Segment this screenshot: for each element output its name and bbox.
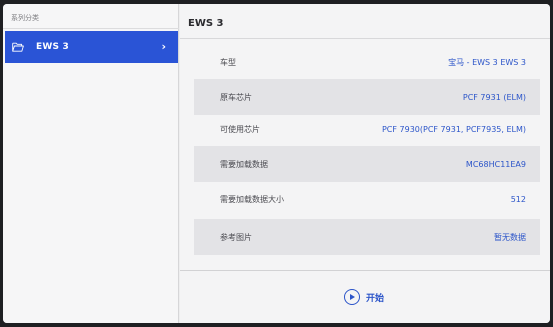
footer-divider xyxy=(180,270,550,271)
sidebar-item-label: EWS 3 xyxy=(36,42,69,52)
row-original-chip: 原车芯片 PCF 7931 (ELM) xyxy=(194,79,540,115)
row-load-data-size: 需要加载数据大小 512 xyxy=(194,181,540,217)
row-usable-chip: 可使用芯片 PCF 7930(PCF 7931, PCF7935, ELM) xyxy=(194,111,540,147)
reference-image-link[interactable]: 暂无数据 xyxy=(494,232,526,243)
row-car-model: 车型 宝马 - EWS 3 EWS 3 xyxy=(194,44,540,80)
page-title: EWS 3 xyxy=(188,18,224,29)
row-value: 512 xyxy=(510,194,526,204)
sidebar-divider xyxy=(3,28,179,29)
row-key: 车型 xyxy=(220,57,236,67)
folder-open-icon xyxy=(12,41,24,53)
start-button[interactable]: 开始 xyxy=(344,286,384,308)
row-reference-image: 参考图片 暂无数据 xyxy=(194,219,540,255)
row-value: MC68HC11EA9 xyxy=(465,159,526,169)
chevron-right-icon: › xyxy=(161,40,166,53)
row-key: 参考图片 xyxy=(220,232,252,242)
sidebar-item-ews3[interactable]: EWS 3 › xyxy=(5,31,178,63)
row-key: 需要加载数据 xyxy=(220,159,268,169)
row-load-data: 需要加载数据 MC68HC11EA9 xyxy=(194,146,540,182)
title-divider xyxy=(180,38,550,39)
row-key: 需要加载数据大小 xyxy=(220,194,284,204)
play-circle-icon xyxy=(344,289,360,305)
row-value: 宝马 - EWS 3 EWS 3 xyxy=(448,57,526,67)
detail-panel: EWS 3 车型 宝马 - EWS 3 EWS 3 原车芯片 PCF 7931 … xyxy=(180,4,550,323)
sidebar-title: 系列分类 xyxy=(11,14,39,22)
row-key: 原车芯片 xyxy=(220,92,252,102)
sidebar: 系列分类 EWS 3 › xyxy=(3,4,179,323)
start-button-label: 开始 xyxy=(366,293,385,304)
row-value: PCF 7931 (ELM) xyxy=(462,92,526,102)
app-screen: 系列分类 EWS 3 › EWS 3 车型 宝马 - EWS 3 EWS 3 原… xyxy=(3,4,550,323)
row-value: PCF 7930(PCF 7931, PCF7935, ELM) xyxy=(381,124,526,134)
row-key: 可使用芯片 xyxy=(220,124,260,134)
